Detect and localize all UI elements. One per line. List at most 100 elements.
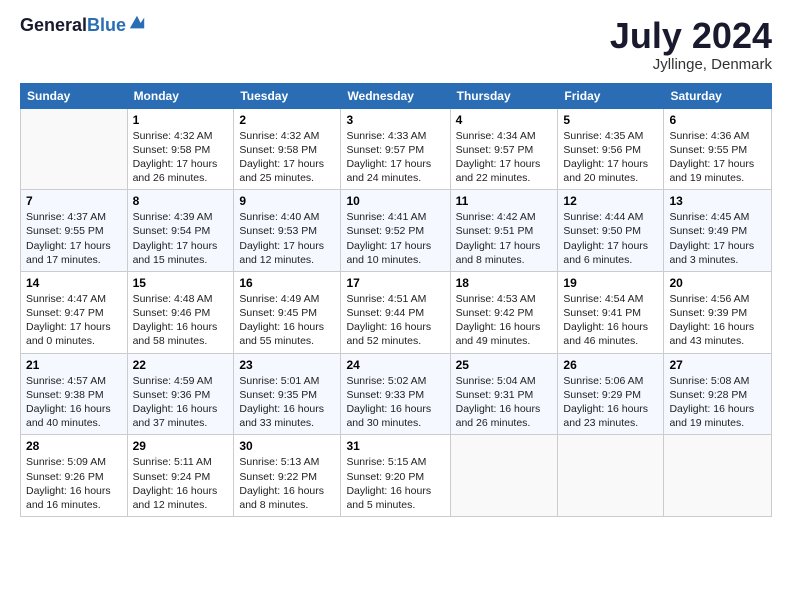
day-number: 31	[346, 439, 444, 453]
day-content: Sunrise: 5:08 AM Sunset: 9:28 PM Dayligh…	[669, 374, 766, 431]
day-number: 14	[26, 276, 122, 290]
calendar-cell: 10 Sunrise: 4:41 AM Sunset: 9:52 PM Dayli…	[341, 190, 450, 272]
calendar-day-header: Wednesday	[341, 83, 450, 108]
calendar-cell: 3Sunrise: 4:33 AM Sunset: 9:57 PM Daylig…	[341, 108, 450, 190]
day-content: Sunrise: 4:57 AM Sunset: 9:38 PM Dayligh…	[26, 374, 122, 431]
calendar-cell: 28 Sunrise: 5:09 AM Sunset: 9:26 PM Dayli…	[21, 435, 128, 517]
day-content: Sunrise: 4:54 AM Sunset: 9:41 PM Dayligh…	[563, 292, 658, 349]
day-number: 7	[26, 194, 122, 208]
calendar-cell: 30 Sunrise: 5:13 AM Sunset: 9:22 PM Dayli…	[234, 435, 341, 517]
day-content: Sunrise: 4:40 AM Sunset: 9:53 PM Dayligh…	[239, 210, 335, 267]
calendar-day-header: Saturday	[664, 83, 772, 108]
logo-text: GeneralBlue	[20, 16, 146, 34]
day-content: Sunrise: 4:36 AM Sunset: 9:55 PM Dayligh…	[669, 129, 766, 186]
day-content: Sunrise: 4:37 AM Sunset: 9:55 PM Dayligh…	[26, 210, 122, 267]
calendar-cell: 6 Sunrise: 4:36 AM Sunset: 9:55 PM Daylig…	[664, 108, 772, 190]
calendar-cell: 4Sunrise: 4:34 AM Sunset: 9:57 PM Daylig…	[450, 108, 558, 190]
logo-bird-icon	[128, 14, 146, 32]
calendar-week-row: 7 Sunrise: 4:37 AM Sunset: 9:55 PM Daylig…	[21, 190, 772, 272]
calendar-cell: 24 Sunrise: 5:02 AM Sunset: 9:33 PM Dayli…	[341, 353, 450, 435]
day-content: Sunrise: 4:32 AM Sunset: 9:58 PM Dayligh…	[133, 129, 229, 186]
calendar-cell: 29 Sunrise: 5:11 AM Sunset: 9:24 PM Dayli…	[127, 435, 234, 517]
day-content: Sunrise: 4:48 AM Sunset: 9:46 PM Dayligh…	[133, 292, 229, 349]
calendar-cell: 17 Sunrise: 4:51 AM Sunset: 9:44 PM Dayli…	[341, 271, 450, 353]
calendar-cell: 13 Sunrise: 4:45 AM Sunset: 9:49 PM Dayli…	[664, 190, 772, 272]
day-number: 10	[346, 194, 444, 208]
day-number: 27	[669, 358, 766, 372]
day-number: 22	[133, 358, 229, 372]
calendar-day-header: Friday	[558, 83, 664, 108]
day-content: Sunrise: 5:04 AM Sunset: 9:31 PM Dayligh…	[456, 374, 553, 431]
day-content: Sunrise: 5:02 AM Sunset: 9:33 PM Dayligh…	[346, 374, 444, 431]
day-number: 11	[456, 194, 553, 208]
calendar-cell: 12Sunrise: 4:44 AM Sunset: 9:50 PM Dayli…	[558, 190, 664, 272]
day-number: 20	[669, 276, 766, 290]
calendar-cell: 9Sunrise: 4:40 AM Sunset: 9:53 PM Daylig…	[234, 190, 341, 272]
calendar-day-header: Tuesday	[234, 83, 341, 108]
calendar-cell: 20 Sunrise: 4:56 AM Sunset: 9:39 PM Dayli…	[664, 271, 772, 353]
day-number: 26	[563, 358, 658, 372]
calendar-cell: 11 Sunrise: 4:42 AM Sunset: 9:51 PM Dayli…	[450, 190, 558, 272]
calendar-day-header: Thursday	[450, 83, 558, 108]
calendar-cell: 25 Sunrise: 5:04 AM Sunset: 9:31 PM Dayli…	[450, 353, 558, 435]
day-number: 17	[346, 276, 444, 290]
calendar-table: SundayMondayTuesdayWednesdayThursdayFrid…	[20, 83, 772, 517]
day-number: 29	[133, 439, 229, 453]
calendar-cell: 22 Sunrise: 4:59 AM Sunset: 9:36 PM Dayli…	[127, 353, 234, 435]
day-number: 19	[563, 276, 658, 290]
month-title: July 2024	[610, 16, 772, 56]
calendar-cell: 8 Sunrise: 4:39 AM Sunset: 9:54 PM Daylig…	[127, 190, 234, 272]
day-content: Sunrise: 4:44 AM Sunset: 9:50 PM Dayligh…	[563, 210, 658, 267]
calendar-week-row: 1 Sunrise: 4:32 AM Sunset: 9:58 PM Daylig…	[21, 108, 772, 190]
day-content: Sunrise: 4:39 AM Sunset: 9:54 PM Dayligh…	[133, 210, 229, 267]
day-content: Sunrise: 4:49 AM Sunset: 9:45 PM Dayligh…	[239, 292, 335, 349]
calendar-cell	[558, 435, 664, 517]
day-number: 15	[133, 276, 229, 290]
day-number: 4	[456, 113, 553, 127]
day-content: Sunrise: 5:09 AM Sunset: 9:26 PM Dayligh…	[26, 455, 122, 512]
day-content: Sunrise: 5:06 AM Sunset: 9:29 PM Dayligh…	[563, 374, 658, 431]
calendar-day-header: Monday	[127, 83, 234, 108]
calendar-cell: 31 Sunrise: 5:15 AM Sunset: 9:20 PM Dayli…	[341, 435, 450, 517]
day-number: 16	[239, 276, 335, 290]
day-number: 1	[133, 113, 229, 127]
day-content: Sunrise: 4:51 AM Sunset: 9:44 PM Dayligh…	[346, 292, 444, 349]
day-number: 6	[669, 113, 766, 127]
calendar-cell: 5 Sunrise: 4:35 AM Sunset: 9:56 PM Daylig…	[558, 108, 664, 190]
day-number: 5	[563, 113, 658, 127]
logo: GeneralBlue	[20, 16, 146, 34]
day-number: 23	[239, 358, 335, 372]
calendar-cell: 16 Sunrise: 4:49 AM Sunset: 9:45 PM Dayli…	[234, 271, 341, 353]
day-content: Sunrise: 4:59 AM Sunset: 9:36 PM Dayligh…	[133, 374, 229, 431]
day-number: 13	[669, 194, 766, 208]
day-number: 24	[346, 358, 444, 372]
day-number: 3	[346, 113, 444, 127]
day-number: 2	[239, 113, 335, 127]
day-content: Sunrise: 4:35 AM Sunset: 9:56 PM Dayligh…	[563, 129, 658, 186]
page: GeneralBlue July 2024 Jyllinge, Denmark …	[0, 0, 792, 612]
calendar-cell	[21, 108, 128, 190]
day-number: 8	[133, 194, 229, 208]
day-number: 30	[239, 439, 335, 453]
day-number: 18	[456, 276, 553, 290]
day-content: Sunrise: 5:11 AM Sunset: 9:24 PM Dayligh…	[133, 455, 229, 512]
day-content: Sunrise: 4:45 AM Sunset: 9:49 PM Dayligh…	[669, 210, 766, 267]
day-content: Sunrise: 5:15 AM Sunset: 9:20 PM Dayligh…	[346, 455, 444, 512]
day-content: Sunrise: 5:13 AM Sunset: 9:22 PM Dayligh…	[239, 455, 335, 512]
header: GeneralBlue July 2024 Jyllinge, Denmark	[20, 16, 772, 73]
calendar-cell: 23Sunrise: 5:01 AM Sunset: 9:35 PM Dayli…	[234, 353, 341, 435]
day-content: Sunrise: 4:56 AM Sunset: 9:39 PM Dayligh…	[669, 292, 766, 349]
day-content: Sunrise: 4:41 AM Sunset: 9:52 PM Dayligh…	[346, 210, 444, 267]
calendar-cell	[450, 435, 558, 517]
day-content: Sunrise: 4:42 AM Sunset: 9:51 PM Dayligh…	[456, 210, 553, 267]
day-content: Sunrise: 4:32 AM Sunset: 9:58 PM Dayligh…	[239, 129, 335, 186]
calendar-cell: 1 Sunrise: 4:32 AM Sunset: 9:58 PM Daylig…	[127, 108, 234, 190]
logo-blue: Blue	[87, 16, 126, 34]
day-number: 28	[26, 439, 122, 453]
day-content: Sunrise: 4:47 AM Sunset: 9:47 PM Dayligh…	[26, 292, 122, 349]
day-number: 25	[456, 358, 553, 372]
calendar-header-row: SundayMondayTuesdayWednesdayThursdayFrid…	[21, 83, 772, 108]
calendar-cell: 19 Sunrise: 4:54 AM Sunset: 9:41 PM Dayli…	[558, 271, 664, 353]
logo-general: General	[20, 16, 87, 34]
calendar-cell: 7 Sunrise: 4:37 AM Sunset: 9:55 PM Daylig…	[21, 190, 128, 272]
